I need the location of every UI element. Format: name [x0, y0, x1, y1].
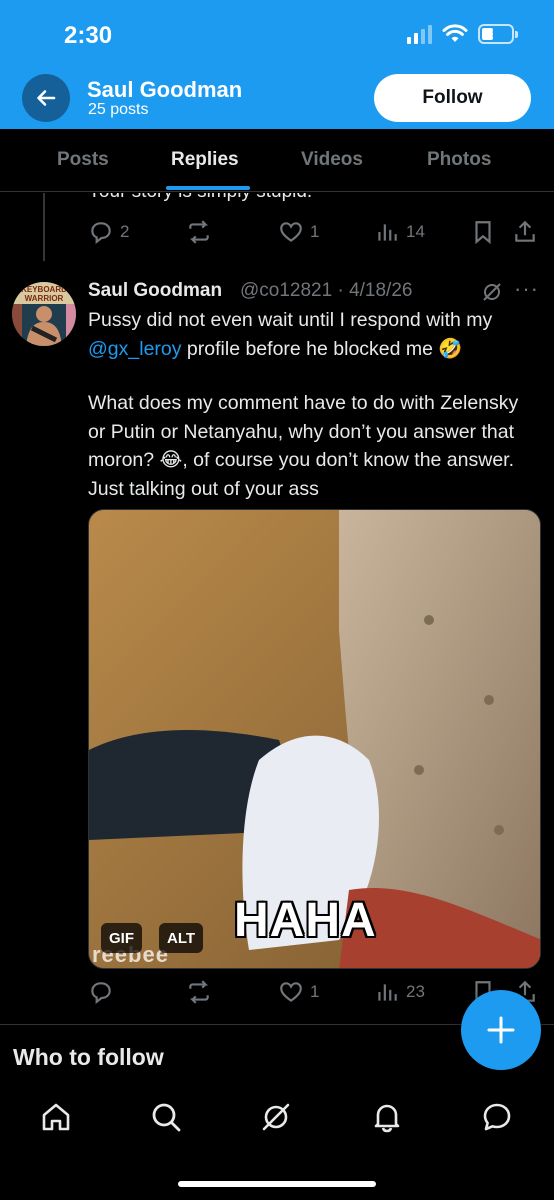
plus-icon [487, 1016, 515, 1044]
avatar[interactable]: KEYBOARD WARRIOR [12, 282, 76, 346]
tab-posts[interactable]: Posts [57, 149, 109, 171]
status-icons: 5 [407, 24, 518, 44]
status-time: 2:30 [64, 22, 113, 49]
mention-link[interactable]: @gx_leroy [88, 338, 182, 360]
previous-tweet-clip: Your story is simply stupid. [0, 193, 554, 213]
profile-tabs: Posts Replies Videos Photos [0, 129, 554, 192]
repost-button[interactable] [186, 979, 212, 1005]
grok-button[interactable] [480, 280, 504, 309]
view-count: 14 [406, 222, 425, 241]
repost-icon [189, 220, 209, 244]
home-icon [42, 1103, 70, 1131]
tweet-author-name[interactable]: Saul Goodman [88, 280, 222, 302]
profile-name: Saul Goodman [87, 77, 243, 102]
bookmark-icon [475, 221, 491, 245]
tab-videos[interactable]: Videos [301, 149, 363, 171]
like-count: 1 [310, 222, 320, 241]
profile-header: 2:30 5 Saul Goodman 25 posts Follow [0, 0, 554, 129]
grok-icon [262, 1103, 290, 1131]
tweet-handle-date: @co12821 · 4/18/26 [240, 280, 413, 301]
nav-messages[interactable] [480, 1100, 514, 1139]
previous-tweet-actions: 2 1 14 [88, 219, 538, 247]
reply-button[interactable] [88, 979, 114, 1005]
thread-line [43, 193, 45, 261]
reply-button[interactable]: 2 [88, 219, 129, 245]
like-button[interactable]: 1 [278, 219, 319, 245]
share-button[interactable] [512, 219, 538, 245]
gif-caption: HAHA [234, 894, 377, 947]
views-icon [378, 984, 397, 1001]
cellular-signal-icon [407, 24, 432, 44]
nav-search[interactable] [149, 1100, 183, 1139]
like-count: 1 [310, 982, 320, 1001]
repost-button[interactable] [186, 219, 212, 245]
heart-icon [280, 222, 302, 242]
tweet-text-part: Pussy did not even wait until I respond … [88, 309, 493, 331]
messages-icon [483, 1103, 511, 1131]
active-tab-indicator [166, 186, 250, 190]
nav-grok[interactable] [259, 1100, 293, 1139]
compose-post-button[interactable] [461, 990, 541, 1070]
previous-tweet-text: Your story is simply stupid. [88, 193, 312, 203]
who-to-follow-heading: Who to follow [13, 1044, 164, 1070]
share-icon [515, 220, 535, 242]
views-button[interactable]: 14 [374, 219, 425, 245]
tweet-text: Pussy did not even wait until I respond … [88, 306, 538, 503]
tweet-paragraph-2: What does my comment have to do with Zel… [88, 392, 519, 500]
repost-icon [189, 980, 209, 1004]
battery-icon: 5 [478, 24, 518, 44]
battery-level: 5 [491, 25, 501, 42]
grok-icon [483, 283, 501, 301]
tab-photos[interactable]: Photos [427, 149, 491, 171]
post-count: 25 posts [88, 101, 149, 118]
tweet-gif-media[interactable]: HAHA reebee GIF ALT [88, 509, 541, 969]
view-count: 23 [406, 982, 425, 1001]
reply-icon [91, 982, 111, 1004]
svg-text:WARRIOR: WARRIOR [25, 294, 64, 303]
views-button[interactable]: 23 [374, 979, 425, 1005]
keyboard-warrior-avatar-image: KEYBOARD WARRIOR [12, 282, 76, 346]
tweet-paragraph-1: Pussy did not even wait until I respond … [88, 306, 538, 363]
wifi-icon [442, 24, 468, 42]
arrow-left-icon [37, 90, 56, 106]
like-button[interactable]: 1 [278, 979, 319, 1005]
gif-badge: GIF [101, 923, 142, 953]
views-icon [378, 224, 397, 241]
nav-home[interactable] [39, 1100, 73, 1139]
notifications-icon [374, 1104, 400, 1133]
bookmark-button[interactable] [470, 219, 496, 245]
reply-icon [91, 222, 111, 244]
tweet-text-part: profile before he blocked me 🤣 [181, 337, 463, 360]
more-options-icon[interactable]: ··· [514, 276, 539, 302]
tab-replies[interactable]: Replies [171, 149, 239, 171]
back-button[interactable] [22, 74, 70, 122]
search-icon [152, 1103, 181, 1132]
heart-icon [280, 982, 302, 1002]
follow-button[interactable]: Follow [374, 74, 531, 122]
svg-text:KEYBOARD: KEYBOARD [21, 285, 67, 294]
reply-count: 2 [120, 222, 130, 241]
alt-badge[interactable]: ALT [159, 923, 204, 953]
nav-notifications[interactable] [370, 1100, 404, 1139]
home-indicator [178, 1181, 376, 1187]
